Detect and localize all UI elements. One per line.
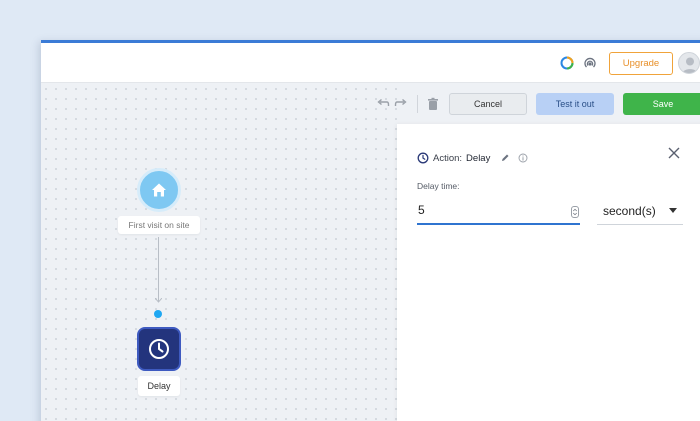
redo-icon[interactable] <box>394 97 408 111</box>
close-icon[interactable] <box>667 146 681 160</box>
delay-node[interactable] <box>137 327 181 371</box>
action-name: Delay <box>466 152 491 164</box>
cancel-button[interactable]: Cancel <box>449 93 527 115</box>
trigger-node-label: First visit on site <box>118 216 200 234</box>
time-unit-value: second(s) <box>603 203 656 218</box>
connector-arrow-icon <box>155 298 162 303</box>
top-bar: Upgrade <box>41 43 700 83</box>
action-settings-panel: Action: Delay Delay time: second(s) <box>397 124 700 421</box>
stepper-arrows-icon <box>572 208 578 216</box>
connector-handle[interactable] <box>154 310 162 318</box>
clock-icon <box>417 152 429 164</box>
action-prefix: Action: <box>433 152 463 164</box>
edit-pencil-icon[interactable] <box>500 153 510 163</box>
progress-ring-icon[interactable] <box>559 55 575 71</box>
delay-time-input[interactable] <box>417 197 580 225</box>
test-button[interactable]: Test it out <box>536 93 614 115</box>
flow-canvas[interactable]: First visit on site Delay <box>41 84 397 421</box>
delay-node-label: Delay <box>138 376 180 396</box>
upgrade-button[interactable]: Upgrade <box>609 52 673 75</box>
time-unit-select[interactable]: second(s) <box>597 197 683 225</box>
chevron-down-icon <box>669 208 677 213</box>
save-button[interactable]: Save <box>623 93 700 115</box>
number-stepper[interactable] <box>571 206 579 218</box>
delay-time-label: Delay time: <box>417 181 460 191</box>
info-icon[interactable] <box>518 153 528 163</box>
user-avatar-icon <box>682 57 698 73</box>
trigger-node[interactable] <box>137 168 181 212</box>
broadcast-icon[interactable] <box>582 55 598 71</box>
avatar[interactable] <box>678 52 700 74</box>
panel-title: Action: Delay <box>417 152 528 164</box>
trash-icon[interactable] <box>426 97 440 111</box>
undo-icon[interactable] <box>376 97 390 111</box>
clock-icon <box>149 339 169 359</box>
home-icon <box>152 183 166 197</box>
toolbar-divider <box>417 95 418 113</box>
node-connector <box>158 237 159 302</box>
app-window: Upgrade First visit on site Delay Cancel… <box>41 40 700 421</box>
